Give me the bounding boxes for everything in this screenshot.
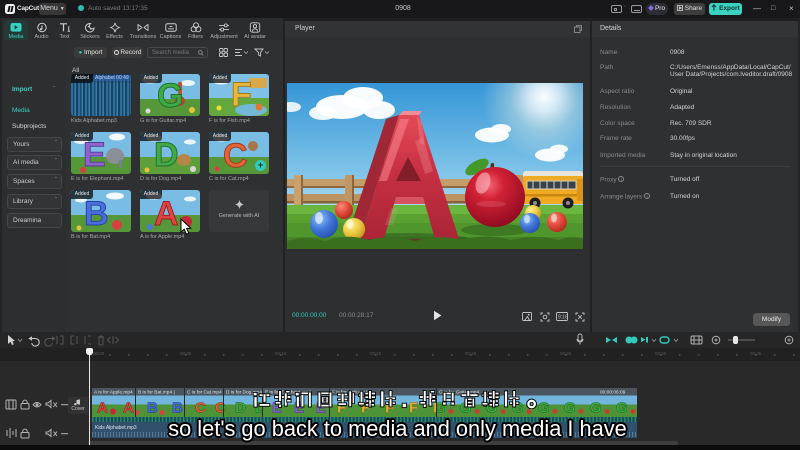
svg-text:D: D [154,136,179,174]
svg-text:F: F [231,76,252,114]
svg-text:C: C [223,137,248,174]
svg-text:9:16: 9:16 [558,315,568,321]
svg-text:B: B [84,195,109,232]
svg-text:A: A [154,195,179,232]
svg-text:E: E [83,136,106,174]
svg-text:G: G [157,77,183,115]
